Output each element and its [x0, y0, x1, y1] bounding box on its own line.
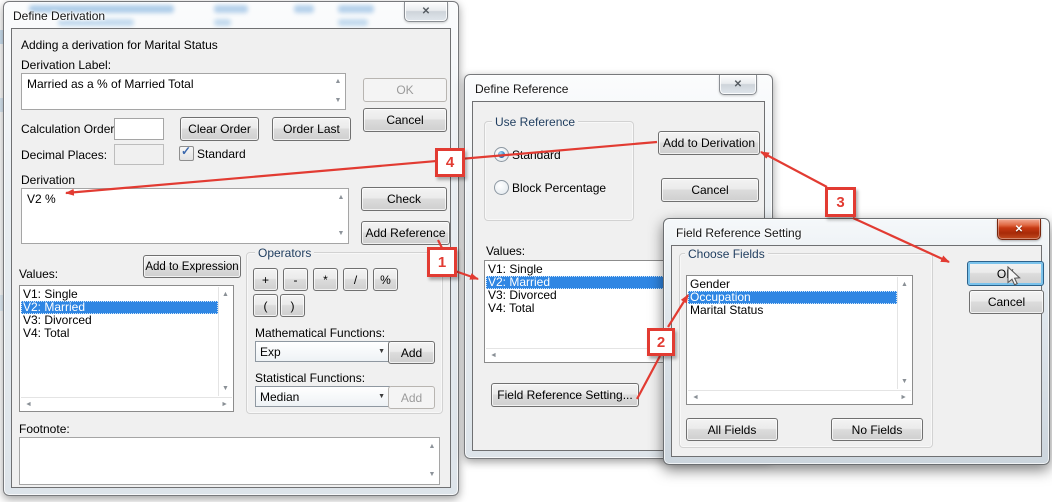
step-badge-2: 2	[647, 328, 675, 356]
standard-checkbox-label: Standard	[197, 147, 246, 161]
ok-button[interactable]: OK	[363, 78, 447, 102]
math-functions-caption: Mathematical Functions:	[255, 326, 385, 340]
scroll-up-icon[interactable]: ▲	[427, 443, 437, 451]
stat-functions-caption: Statistical Functions:	[255, 371, 365, 385]
operator-plus-button[interactable]: +	[253, 268, 278, 291]
scroll-down-icon[interactable]: ▼	[333, 97, 343, 105]
screenshot-root: Define Derivation ✕ Adding a derivation …	[0, 0, 1052, 502]
calculation-order-caption: Calculation Order:	[21, 122, 118, 136]
list-item[interactable]: Marital Status	[688, 304, 897, 317]
operator-multiply-button[interactable]: *	[313, 268, 338, 291]
horizontal-scrollbar[interactable]: ◄ ►	[21, 397, 232, 410]
standard-radio[interactable]	[494, 147, 509, 162]
use-reference-group	[484, 121, 634, 221]
cancel-button[interactable]: Cancel	[661, 178, 759, 202]
list-item[interactable]: V4: Total	[486, 302, 675, 315]
choose-fields-group-label: Choose Fields	[685, 247, 768, 261]
checkmark-icon: ✓	[181, 144, 191, 158]
scroll-up-icon[interactable]: ▲	[333, 78, 343, 86]
step-badge-1: 1	[427, 247, 457, 277]
operator-percent-button[interactable]: %	[373, 268, 398, 291]
ok-button[interactable]: OK	[967, 261, 1044, 286]
radio-dot	[498, 151, 505, 158]
derivation-label-text: Married as a % of Married Total	[27, 77, 194, 91]
horizontal-scrollbar[interactable]: ◄ ►	[688, 390, 911, 403]
stat-functions-dropdown[interactable]: Median ▼	[255, 386, 390, 407]
step-badge-4: 4	[435, 148, 465, 177]
scroll-up-icon[interactable]: ▲	[222, 291, 229, 299]
values-caption: Values:	[486, 244, 525, 258]
values-caption: Values:	[19, 267, 58, 281]
block-percentage-radio-label: Block Percentage	[512, 181, 606, 195]
field-reference-setting-button[interactable]: Field Reference Setting...	[491, 383, 639, 407]
all-fields-button[interactable]: All Fields	[686, 418, 778, 441]
fields-listbox[interactable]: Gender Occupation Marital Status ▲ ▼ ◄ ►	[686, 275, 913, 405]
math-add-button[interactable]: Add	[388, 341, 435, 364]
operator-open-paren-button[interactable]: (	[253, 294, 278, 317]
no-fields-button[interactable]: No Fields	[831, 418, 923, 441]
derivation-expression-text: V2 %	[27, 192, 56, 206]
vertical-scrollbar[interactable]: ▲ ▼	[218, 287, 232, 396]
use-reference-group-label: Use Reference	[492, 115, 578, 129]
scroll-right-icon[interactable]: ►	[221, 401, 228, 409]
order-last-button[interactable]: Order Last	[272, 117, 351, 141]
derivation-label-caption: Derivation Label:	[21, 58, 111, 72]
block-percentage-radio[interactable]	[494, 180, 509, 195]
scroll-down-icon[interactable]: ▼	[901, 378, 908, 386]
scroll-left-icon[interactable]: ◄	[692, 394, 699, 402]
chevron-down-icon: ▼	[378, 393, 385, 400]
calculation-order-input[interactable]	[114, 118, 164, 140]
cancel-button[interactable]: Cancel	[969, 290, 1044, 314]
standard-checkbox[interactable]: ✓	[179, 146, 194, 161]
operator-minus-button[interactable]: -	[283, 268, 308, 291]
chevron-down-icon: ▼	[378, 348, 385, 355]
standard-radio-label: Standard	[512, 148, 561, 162]
values-listbox[interactable]: V1: Single V2: Married V3: Divorced V4: …	[19, 285, 234, 412]
operators-group-label: Operators	[255, 246, 314, 260]
scroll-right-icon[interactable]: ►	[900, 394, 907, 402]
define-derivation-dialog: Define Derivation ✕ Adding a derivation …	[3, 1, 459, 496]
operator-close-paren-button[interactable]: )	[280, 294, 305, 317]
scroll-down-icon[interactable]: ▼	[427, 471, 437, 479]
intro-text: Adding a derivation for Marital Status	[21, 38, 218, 52]
field-reference-setting-dialog: Field Reference Setting ✕ Choose Fields …	[663, 218, 1050, 465]
cancel-button[interactable]: Cancel	[363, 108, 447, 132]
scroll-left-icon[interactable]: ◄	[490, 352, 497, 360]
list-item[interactable]: V4: Total	[21, 327, 218, 340]
derivation-caption: Derivation	[21, 173, 75, 187]
scroll-down-icon[interactable]: ▼	[222, 385, 229, 393]
add-reference-button[interactable]: Add Reference	[361, 221, 450, 245]
stat-add-button[interactable]: Add	[388, 386, 435, 409]
footnote-input[interactable]: ▲ ▼	[19, 437, 440, 485]
math-functions-value: Exp	[260, 345, 281, 359]
scroll-down-icon[interactable]: ▼	[336, 230, 346, 238]
add-to-derivation-button[interactable]: Add to Derivation	[658, 131, 760, 155]
scroll-left-icon[interactable]: ◄	[25, 401, 32, 409]
derivation-expression-input[interactable]: V2 % ▲ ▼	[21, 188, 349, 244]
footnote-caption: Footnote:	[19, 422, 70, 436]
operator-divide-button[interactable]: /	[343, 268, 368, 291]
add-to-expression-button[interactable]: Add to Expression	[143, 255, 241, 278]
scroll-up-icon[interactable]: ▲	[336, 194, 346, 202]
stat-functions-value: Median	[260, 390, 299, 404]
decimal-places-input[interactable]	[114, 144, 164, 165]
step-badge-3: 3	[825, 187, 856, 217]
math-functions-dropdown[interactable]: Exp ▼	[255, 341, 390, 362]
clear-order-button[interactable]: Clear Order	[180, 117, 259, 141]
check-button[interactable]: Check	[361, 187, 447, 211]
vertical-scrollbar[interactable]: ▲ ▼	[897, 277, 911, 389]
derivation-label-input[interactable]: Married as a % of Married Total ▲ ▼	[21, 73, 346, 110]
scroll-up-icon[interactable]: ▲	[901, 281, 908, 289]
decimal-places-caption: Decimal Places:	[21, 148, 107, 162]
